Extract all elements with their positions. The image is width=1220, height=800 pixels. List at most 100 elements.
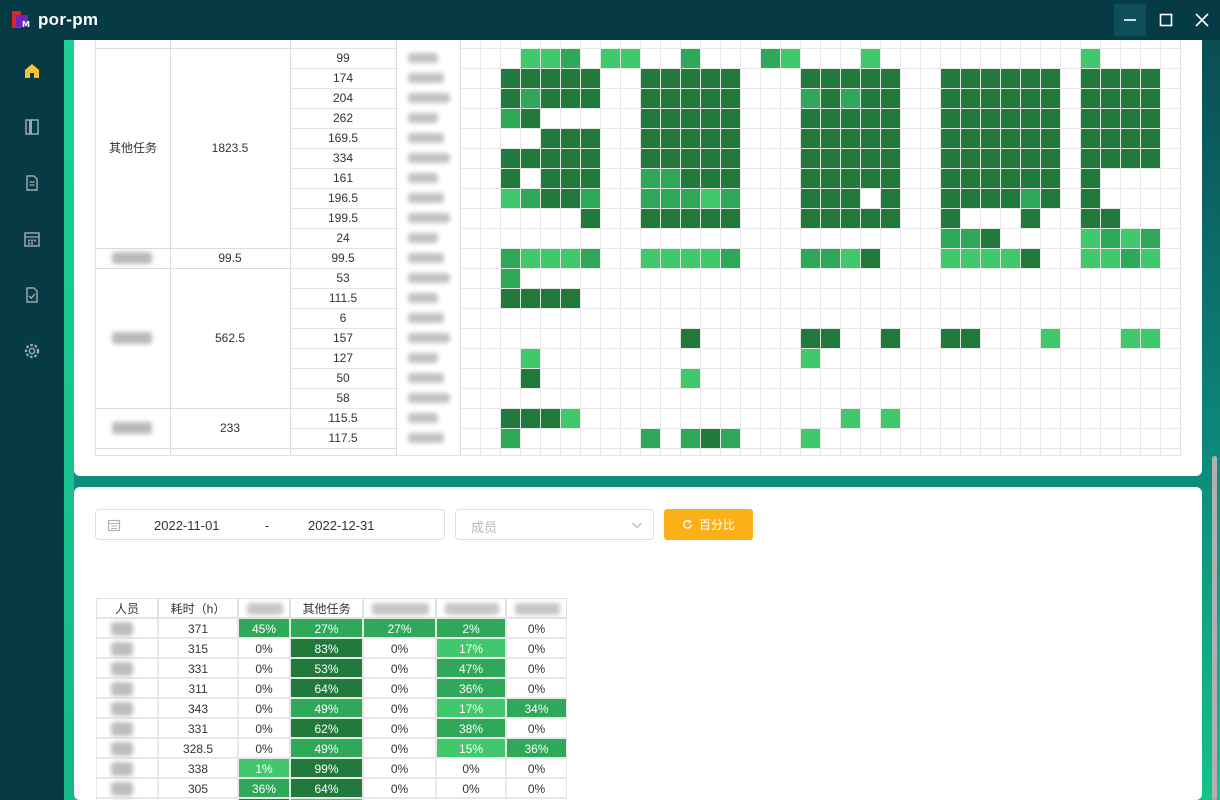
heatmap-cell (640, 428, 660, 448)
heatmap-cell (1000, 88, 1020, 108)
sidebar-item-document[interactable] (20, 171, 44, 195)
summary-header: 其他任务 (290, 598, 363, 618)
summary-percent-cell: 64% (290, 678, 363, 698)
heatmap-cell (1140, 108, 1160, 128)
sidebar-item-tasks[interactable] (20, 283, 44, 307)
title-bar: M por-pm (0, 0, 1220, 40)
date-end-input[interactable]: 2022-12-31 (308, 518, 375, 533)
heatmap-cell (1020, 128, 1040, 148)
heatmap-cell (1040, 68, 1060, 88)
blurred-task-name (408, 213, 450, 223)
heatmap-cell (800, 148, 820, 168)
summary-percent-cell: 0% (238, 678, 290, 698)
heatmap-cell (1140, 228, 1160, 248)
heatmap-cell (1040, 328, 1060, 348)
home-icon (25, 64, 39, 78)
heatmap-cell (940, 168, 960, 188)
group-total: 562.5 (214, 331, 246, 345)
blurred-task-name (408, 233, 438, 243)
heatmap-cell (860, 168, 880, 188)
heatmap-cell (520, 108, 540, 128)
heatmap-cell (940, 108, 960, 128)
heatmap-cell (720, 188, 740, 208)
heatmap-cell (1120, 68, 1140, 88)
heatmap-cell (820, 128, 840, 148)
summary-percent-cell: 0% (238, 638, 290, 658)
heatmap-cell (1120, 128, 1140, 148)
heatmap-cell (960, 328, 980, 348)
heatmap-cell (720, 88, 740, 108)
heatmap-cell (880, 408, 900, 428)
heatmap-cell (1100, 88, 1120, 108)
percent-button[interactable]: 百分比 (664, 509, 753, 540)
sidebar-item-settings[interactable] (20, 339, 44, 363)
date-start-input[interactable]: 2022-11-01 (154, 518, 220, 533)
heatmap-cell (860, 208, 880, 228)
summary-percent-cell: 0% (363, 758, 436, 778)
heatmap-cell (800, 108, 820, 128)
heatmap-cell (1020, 188, 1040, 208)
heatmap-cell (660, 208, 680, 228)
heatmap-cell (700, 208, 720, 228)
close-button[interactable] (1186, 4, 1218, 36)
date-range-picker[interactable]: 2022-11-01 - 2022-12-31 (95, 509, 445, 540)
heatmap-cell (520, 88, 540, 108)
heatmap-cell (580, 68, 600, 88)
summary-hours: 305 (158, 778, 238, 798)
heatmap-cell (940, 248, 960, 268)
heatmap-cell (680, 68, 700, 88)
minimize-button[interactable] (1114, 4, 1146, 36)
blurred-task-name (408, 433, 444, 443)
summary-percent-cell: 15% (436, 738, 506, 758)
heatmap-cell (940, 188, 960, 208)
heatmap-cell (680, 48, 700, 68)
close-icon (1195, 13, 1209, 27)
chevron-down-icon (632, 522, 642, 529)
date-separator: - (265, 518, 270, 533)
task-hours-value: 169.5 (327, 131, 359, 145)
maximize-button[interactable] (1150, 4, 1182, 36)
summary-percent-cell: 83% (290, 638, 363, 658)
heatmap-cell (880, 68, 900, 88)
heatmap-cell (800, 88, 820, 108)
sidebar-item-book[interactable] (20, 115, 44, 139)
sidebar-item-calendar[interactable] (20, 227, 44, 251)
heatmap-cell (1040, 128, 1060, 148)
heatmap-cell (840, 128, 860, 148)
summary-percent-cell: 64% (290, 778, 363, 798)
heatmap-cell (620, 48, 640, 68)
heatmap-cell (520, 188, 540, 208)
heatmap-cell (680, 148, 700, 168)
heatmap-cell (520, 288, 540, 308)
summary-percent-cell: 0% (506, 658, 567, 678)
heatmap-cell (880, 208, 900, 228)
heatmap-cell (700, 128, 720, 148)
heatmap-cell (640, 88, 660, 108)
group-total: 99.5 (218, 251, 242, 265)
blurred-member-name (111, 762, 133, 776)
calendar-icon (24, 232, 40, 247)
summary-hours: 315 (158, 638, 238, 658)
task-hours-value: 174 (332, 71, 354, 85)
heatmap-cell (880, 108, 900, 128)
settings-icon (24, 343, 40, 359)
heatmap-cell (980, 168, 1000, 188)
heatmap-cell (500, 88, 520, 108)
heatmap-cell (840, 88, 860, 108)
heatmap-cell (1140, 328, 1160, 348)
heatmap-cell (1100, 128, 1120, 148)
app-title: por-pm (38, 10, 99, 29)
summary-member (96, 778, 158, 798)
blurred-task-name (408, 113, 438, 123)
heatmap-cell (960, 248, 980, 268)
vertical-scrollbar[interactable] (1212, 456, 1217, 800)
sidebar-item-home[interactable] (20, 59, 44, 83)
heatmap-cell (560, 128, 580, 148)
heatmap-cell (1080, 48, 1100, 68)
blurred-task-name (408, 393, 450, 403)
member-select[interactable]: 成员 (455, 509, 654, 540)
heatmap-cell (500, 148, 520, 168)
blurred-task-name (408, 173, 438, 183)
heatmap-cell (980, 148, 1000, 168)
summary-percent-cell: 53% (290, 658, 363, 678)
